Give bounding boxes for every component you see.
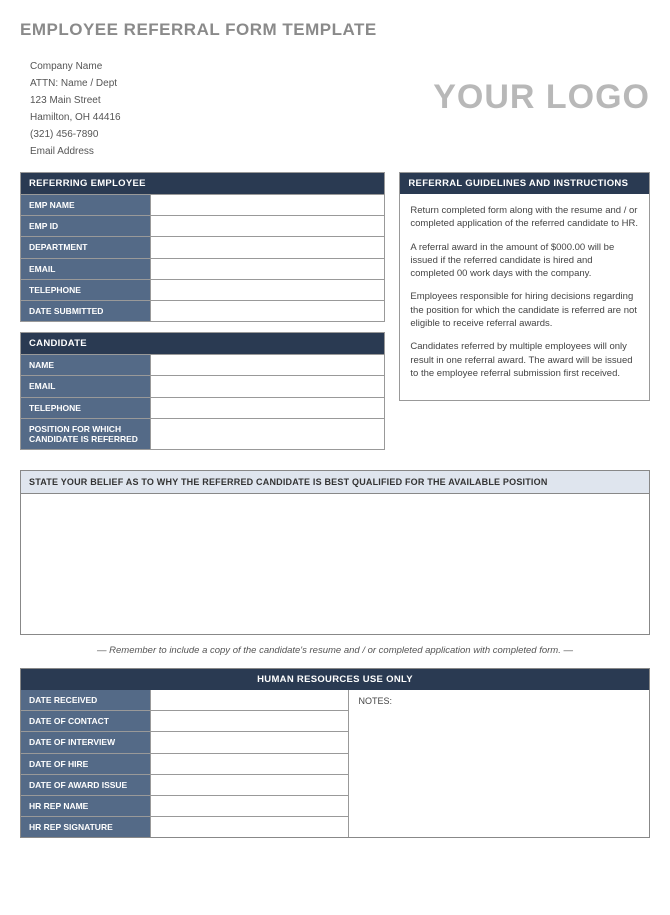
field-label-cand-name: NAME xyxy=(21,355,151,375)
field-label-email: EMAIL xyxy=(21,259,151,279)
candidate-header: CANDIDATE xyxy=(21,333,384,354)
guidelines-p1: Return completed form along with the res… xyxy=(410,204,639,231)
field-label-cand-telephone: TELEPHONE xyxy=(21,398,151,418)
field-hr-rep-signature[interactable] xyxy=(151,817,348,837)
field-row: DATE RECEIVED xyxy=(21,690,348,710)
field-label-date-hire: DATE OF HIRE xyxy=(21,754,151,774)
guidelines-section: REFERRAL GUIDELINES AND INSTRUCTIONS Ret… xyxy=(399,172,650,401)
field-label-date-contact: DATE OF CONTACT xyxy=(21,711,151,731)
field-label-hr-rep-name: HR REP NAME xyxy=(21,796,151,816)
field-row: EMP NAME xyxy=(21,194,384,215)
hr-header: HUMAN RESOURCES USE ONLY xyxy=(21,669,649,690)
field-row: DATE OF CONTACT xyxy=(21,710,348,731)
field-date-received[interactable] xyxy=(151,690,348,710)
company-city: Hamilton, OH 44416 xyxy=(30,109,121,126)
guidelines-body: Return completed form along with the res… xyxy=(400,194,649,400)
field-row: TELEPHONE xyxy=(21,279,384,300)
company-attn: ATTN: Name / Dept xyxy=(30,75,121,92)
field-label-date-interview: DATE OF INTERVIEW xyxy=(21,732,151,752)
field-label-hr-rep-signature: HR REP SIGNATURE xyxy=(21,817,151,837)
field-label-telephone: TELEPHONE xyxy=(21,280,151,300)
field-department[interactable] xyxy=(151,237,384,257)
field-row: HR REP NAME xyxy=(21,795,348,816)
page-title: EMPLOYEE REFERRAL FORM TEMPLATE xyxy=(20,20,650,40)
belief-section: STATE YOUR BELIEF AS TO WHY THE REFERRED… xyxy=(20,470,650,635)
field-label-cand-position: POSITION FOR WHICH CANDIDATE IS REFERRED xyxy=(21,419,151,449)
field-cand-name[interactable] xyxy=(151,355,384,375)
field-date-contact[interactable] xyxy=(151,711,348,731)
field-row: DATE OF AWARD ISSUE xyxy=(21,774,348,795)
field-row: HR REP SIGNATURE xyxy=(21,816,348,837)
field-row: TELEPHONE xyxy=(21,397,384,418)
company-phone: (321) 456-7890 xyxy=(30,126,121,143)
guidelines-p4: Candidates referred by multiple employee… xyxy=(410,340,639,380)
field-row: EMP ID xyxy=(21,215,384,236)
field-row: DATE OF INTERVIEW xyxy=(21,731,348,752)
field-row: DEPARTMENT xyxy=(21,236,384,257)
guidelines-p2: A referral award in the amount of $000.0… xyxy=(410,241,639,281)
field-label-date-submitted: DATE SUBMITTED xyxy=(21,301,151,321)
hr-notes-label: NOTES: xyxy=(359,696,393,706)
field-row: NAME xyxy=(21,354,384,375)
field-row: DATE SUBMITTED xyxy=(21,300,384,321)
referring-employee-header: REFERRING EMPLOYEE xyxy=(21,173,384,194)
field-label-department: DEPARTMENT xyxy=(21,237,151,257)
field-label-emp-id: EMP ID xyxy=(21,216,151,236)
field-label-date-award: DATE OF AWARD ISSUE xyxy=(21,775,151,795)
company-name: Company Name xyxy=(30,58,121,75)
belief-textarea[interactable] xyxy=(21,494,649,634)
referring-employee-section: REFERRING EMPLOYEE EMP NAME EMP ID DEPAR… xyxy=(20,172,385,322)
field-date-submitted[interactable] xyxy=(151,301,384,321)
field-cand-telephone[interactable] xyxy=(151,398,384,418)
field-hr-rep-name[interactable] xyxy=(151,796,348,816)
field-email[interactable] xyxy=(151,259,384,279)
field-row: EMAIL xyxy=(21,375,384,396)
guidelines-header: REFERRAL GUIDELINES AND INSTRUCTIONS xyxy=(400,173,649,194)
hr-section: HUMAN RESOURCES USE ONLY DATE RECEIVED D… xyxy=(20,668,650,838)
guidelines-p3: Employees responsible for hiring decisio… xyxy=(410,290,639,330)
field-row: EMAIL xyxy=(21,258,384,279)
company-street: 123 Main Street xyxy=(30,92,121,109)
header: Company Name ATTN: Name / Dept 123 Main … xyxy=(20,58,650,160)
reminder-note: — Remember to include a copy of the cand… xyxy=(20,645,650,656)
field-label-emp-name: EMP NAME xyxy=(21,195,151,215)
field-row: POSITION FOR WHICH CANDIDATE IS REFERRED xyxy=(21,418,384,449)
field-date-award[interactable] xyxy=(151,775,348,795)
logo-placeholder: YOUR LOGO xyxy=(433,78,650,117)
field-cand-position[interactable] xyxy=(151,419,384,449)
field-date-interview[interactable] xyxy=(151,732,348,752)
field-row: DATE OF HIRE xyxy=(21,753,348,774)
candidate-section: CANDIDATE NAME EMAIL TELEPHONE POSITION … xyxy=(20,332,385,450)
field-emp-name[interactable] xyxy=(151,195,384,215)
company-block: Company Name ATTN: Name / Dept 123 Main … xyxy=(20,58,121,160)
hr-notes-area[interactable]: NOTES: xyxy=(348,690,649,837)
field-emp-id[interactable] xyxy=(151,216,384,236)
field-date-hire[interactable] xyxy=(151,754,348,774)
field-label-date-received: DATE RECEIVED xyxy=(21,690,151,710)
field-telephone[interactable] xyxy=(151,280,384,300)
belief-header: STATE YOUR BELIEF AS TO WHY THE REFERRED… xyxy=(21,471,649,494)
field-label-cand-email: EMAIL xyxy=(21,376,151,396)
field-cand-email[interactable] xyxy=(151,376,384,396)
company-email: Email Address xyxy=(30,143,121,160)
